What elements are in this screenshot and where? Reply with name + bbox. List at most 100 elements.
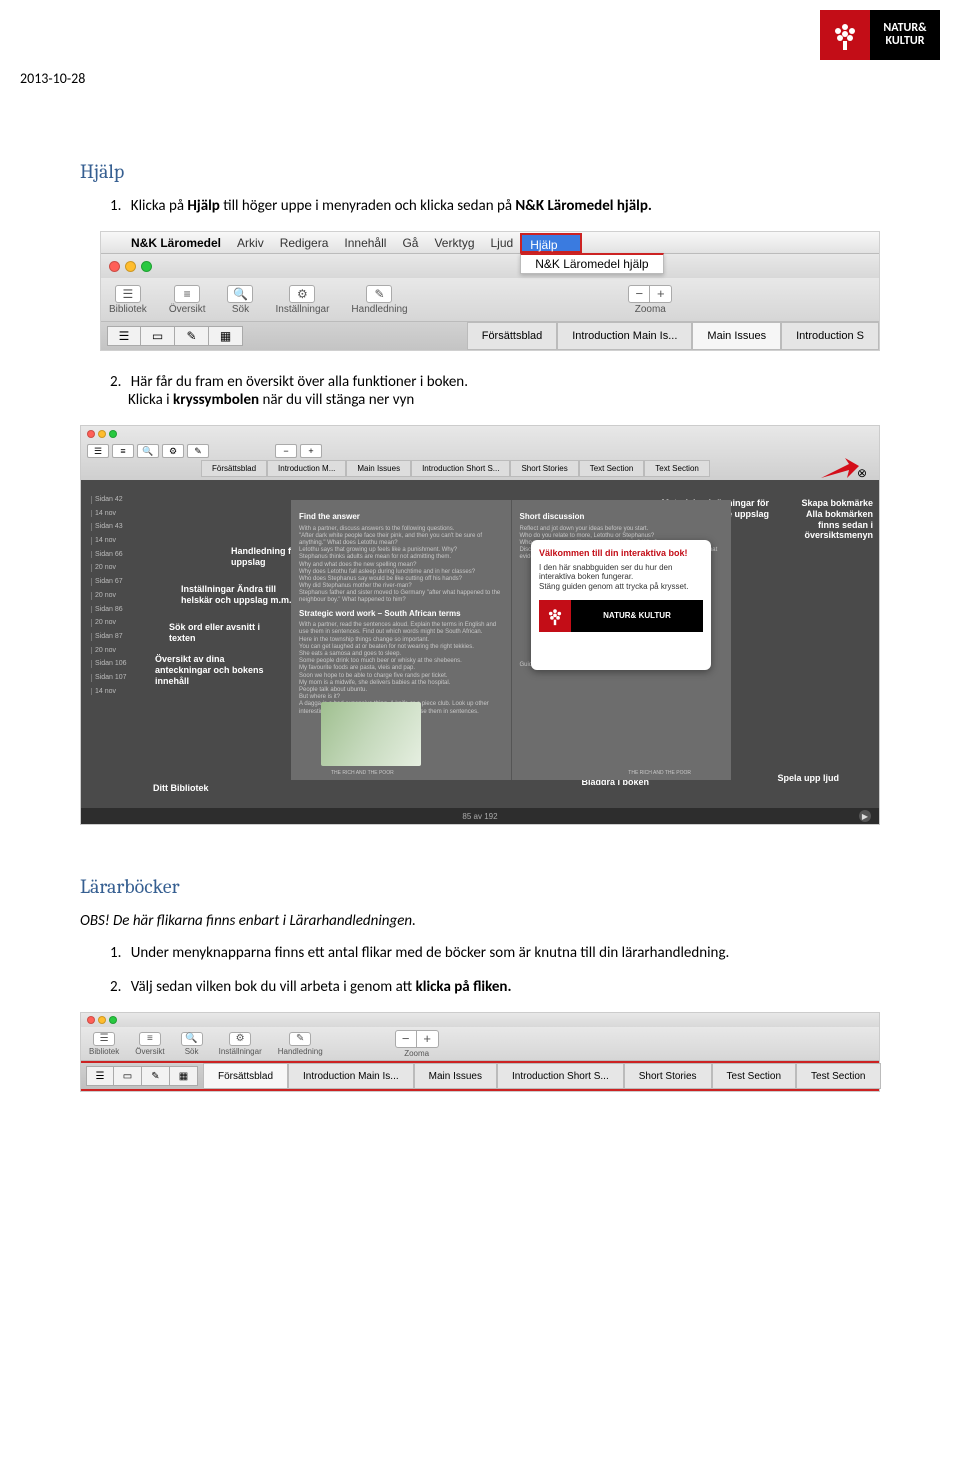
close-window-icon[interactable] <box>87 430 95 438</box>
larar-step-2: 2. Välj sedan vilken bok du vill arbeta … <box>110 978 880 996</box>
tb-sok[interactable]: 🔍 <box>137 444 159 458</box>
guide-icon: ✎ <box>289 1032 311 1046</box>
play-audio-button[interactable]: ▶ <box>859 810 871 822</box>
tb-installningar[interactable]: ⚙Inställningar <box>275 285 329 315</box>
page-date: 2013-10-28 <box>20 70 85 87</box>
book-tab-short-stories[interactable]: Short Stories <box>624 1063 712 1089</box>
brand-logo: NATUR& KULTUR <box>820 10 940 60</box>
view-page-icon[interactable]: ▭ <box>114 1066 142 1086</box>
toolbar: ☰Bibliotek ≡Översikt 🔍Sök ⚙Inställningar… <box>101 278 879 322</box>
view-grid-icon[interactable]: ▦ <box>170 1066 198 1086</box>
tab[interactable]: Text Section <box>579 460 645 477</box>
zoom-out-button[interactable]: − <box>395 1030 417 1048</box>
zoom-window-icon[interactable] <box>141 261 152 272</box>
minimize-window-icon[interactable] <box>125 261 136 272</box>
tabbar: ☰ ▭ ✎ ▦ Försättsblad Introduction Main I… <box>101 322 879 350</box>
zoom-window-icon[interactable] <box>109 430 117 438</box>
search-icon: 🔍 <box>181 1032 203 1046</box>
tb-oversikt[interactable]: ≡ <box>112 444 134 458</box>
menu-hjalp[interactable]: Hjälp <box>520 233 581 253</box>
bookmark-sidebar: Sidan 42 14 nov Sidan 43 14 nov Sidan 66… <box>91 496 149 701</box>
screenshot-guide-overlay: ☰ ≡ 🔍 ⚙ ✎ − + Försättsblad Introduction … <box>80 425 880 825</box>
callout-bokmarke: Skapa bokmärke Alla bokmärken finns seda… <box>783 498 873 541</box>
tree-icon <box>827 17 863 53</box>
tb-handledning[interactable]: ✎ <box>187 444 209 458</box>
tb-installningar[interactable]: ⚙ <box>162 444 184 458</box>
book-page-right: Short discussion Reflect and jot down yo… <box>512 500 732 780</box>
tab[interactable]: Försättsblad <box>201 460 267 477</box>
close-window-icon[interactable] <box>87 1016 95 1024</box>
section-title-hjalp: Hjälp <box>80 160 880 183</box>
tb-sok[interactable]: 🔍Sök <box>181 1032 203 1056</box>
window-chrome <box>81 1013 879 1027</box>
tree-icon <box>539 600 571 632</box>
zoom-in-button[interactable]: + <box>650 285 672 303</box>
minimize-window-icon[interactable] <box>98 1016 106 1024</box>
tab[interactable]: Introduction M... <box>267 460 346 477</box>
book-tab-intro-short[interactable]: Introduction Short S... <box>497 1063 624 1089</box>
menu-verktyg[interactable]: Verktyg <box>426 236 482 250</box>
welcome-popup: Välkommen till din interaktiva bok! I de… <box>531 540 711 670</box>
step-num: 2. <box>110 373 121 391</box>
window-chrome <box>101 254 879 278</box>
tb-oversikt[interactable]: ≡Översikt <box>135 1032 164 1056</box>
tb-bibliotek[interactable]: ☰ <box>87 444 109 458</box>
tb-oversikt[interactable]: ≡Översikt <box>169 285 206 315</box>
view-grid-icon[interactable]: ▦ <box>209 326 243 346</box>
tb-bibliotek[interactable]: ☰Bibliotek <box>89 1032 119 1056</box>
tb-handledning[interactable]: ✎Handledning <box>278 1032 323 1056</box>
view-edit-icon[interactable]: ✎ <box>175 326 209 346</box>
tab-intro-main[interactable]: Introduction Main Is... <box>557 322 692 350</box>
tb-installningar[interactable]: ⚙Inställningar <box>219 1032 262 1056</box>
menu-arkiv[interactable]: Arkiv <box>229 236 272 250</box>
view-page-icon[interactable]: ▭ <box>141 326 175 346</box>
tb-handledning[interactable]: ✎Handledning <box>351 285 407 315</box>
library-icon: ☰ <box>93 1032 115 1046</box>
tb-bibliotek[interactable]: ☰Bibliotek <box>109 285 147 315</box>
tb-zooma: −+ Zooma <box>395 1030 439 1058</box>
menu-innehall[interactable]: Innehåll <box>336 236 394 250</box>
tab[interactable]: Main Issues <box>346 460 411 477</box>
tab[interactable]: Text Section <box>644 460 710 477</box>
book-tab-forsattsblad[interactable]: Försättsblad <box>203 1063 288 1089</box>
zoom-out-button[interactable]: − <box>628 285 650 303</box>
menu-redigera[interactable]: Redigera <box>272 236 337 250</box>
tab-intro-s[interactable]: Introduction S <box>781 322 879 350</box>
close-guide-button[interactable]: ⊗ <box>857 466 873 482</box>
mac-menubar: N&K Läromedel Arkiv Redigera Innehåll Gå… <box>101 232 879 254</box>
zoom-out-button[interactable]: − <box>275 444 297 458</box>
arrow-icon <box>819 456 859 486</box>
menu-hjalp-item[interactable]: N&K Läromedel hjälp <box>520 253 663 274</box>
library-icon: ☰ <box>115 285 141 303</box>
menu-ga[interactable]: Gå <box>394 236 426 250</box>
tab[interactable]: Introduction Short S... <box>411 460 510 477</box>
book-tab-main-issues[interactable]: Main Issues <box>414 1063 497 1089</box>
view-edit-icon[interactable]: ✎ <box>142 1066 170 1086</box>
zoom-window-icon[interactable] <box>109 1016 117 1024</box>
shot2-toolbar: ☰ ≡ 🔍 ⚙ ✎ − + Försättsblad Introduction … <box>81 426 879 480</box>
page-photo <box>321 702 421 766</box>
book-tab-test-2[interactable]: Test Section <box>796 1063 880 1089</box>
minimize-window-icon[interactable] <box>98 430 106 438</box>
page-footer-bar: 85 av 192 ▶ <box>81 808 879 824</box>
close-window-icon[interactable] <box>109 261 120 272</box>
callout-sok: Sök ord eller avsnitt i texten <box>169 622 289 644</box>
view-list-icon[interactable]: ☰ <box>107 326 141 346</box>
larar-step-1: 1. Under menyknapparna finns ett antal f… <box>110 944 880 962</box>
gear-icon: ⚙ <box>289 285 315 303</box>
zoom-in-button[interactable]: + <box>300 444 322 458</box>
page-number: 85 av 192 <box>462 812 497 821</box>
tab[interactable]: Short Stories <box>510 460 578 477</box>
book-tab-test-1[interactable]: Test Section <box>712 1063 796 1089</box>
menu-ljud[interactable]: Ljud <box>483 236 522 250</box>
screenshot-menubar: N&K Läromedel Arkiv Redigera Innehåll Gå… <box>100 231 880 351</box>
brand-line2: KULTUR <box>886 35 925 48</box>
tab-main-issues[interactable]: Main Issues <box>692 322 781 350</box>
book-tab-intro-main[interactable]: Introduction Main Is... <box>288 1063 414 1089</box>
view-list-icon[interactable]: ☰ <box>86 1066 114 1086</box>
tab-forsattsblad[interactable]: Försättsblad <box>467 322 558 350</box>
book-page-left: Find the answer With a partner, discuss … <box>291 500 512 780</box>
tb-sok[interactable]: 🔍Sök <box>227 285 253 315</box>
zoom-in-button[interactable]: + <box>417 1030 439 1048</box>
app-name[interactable]: N&K Läromedel <box>123 236 229 250</box>
